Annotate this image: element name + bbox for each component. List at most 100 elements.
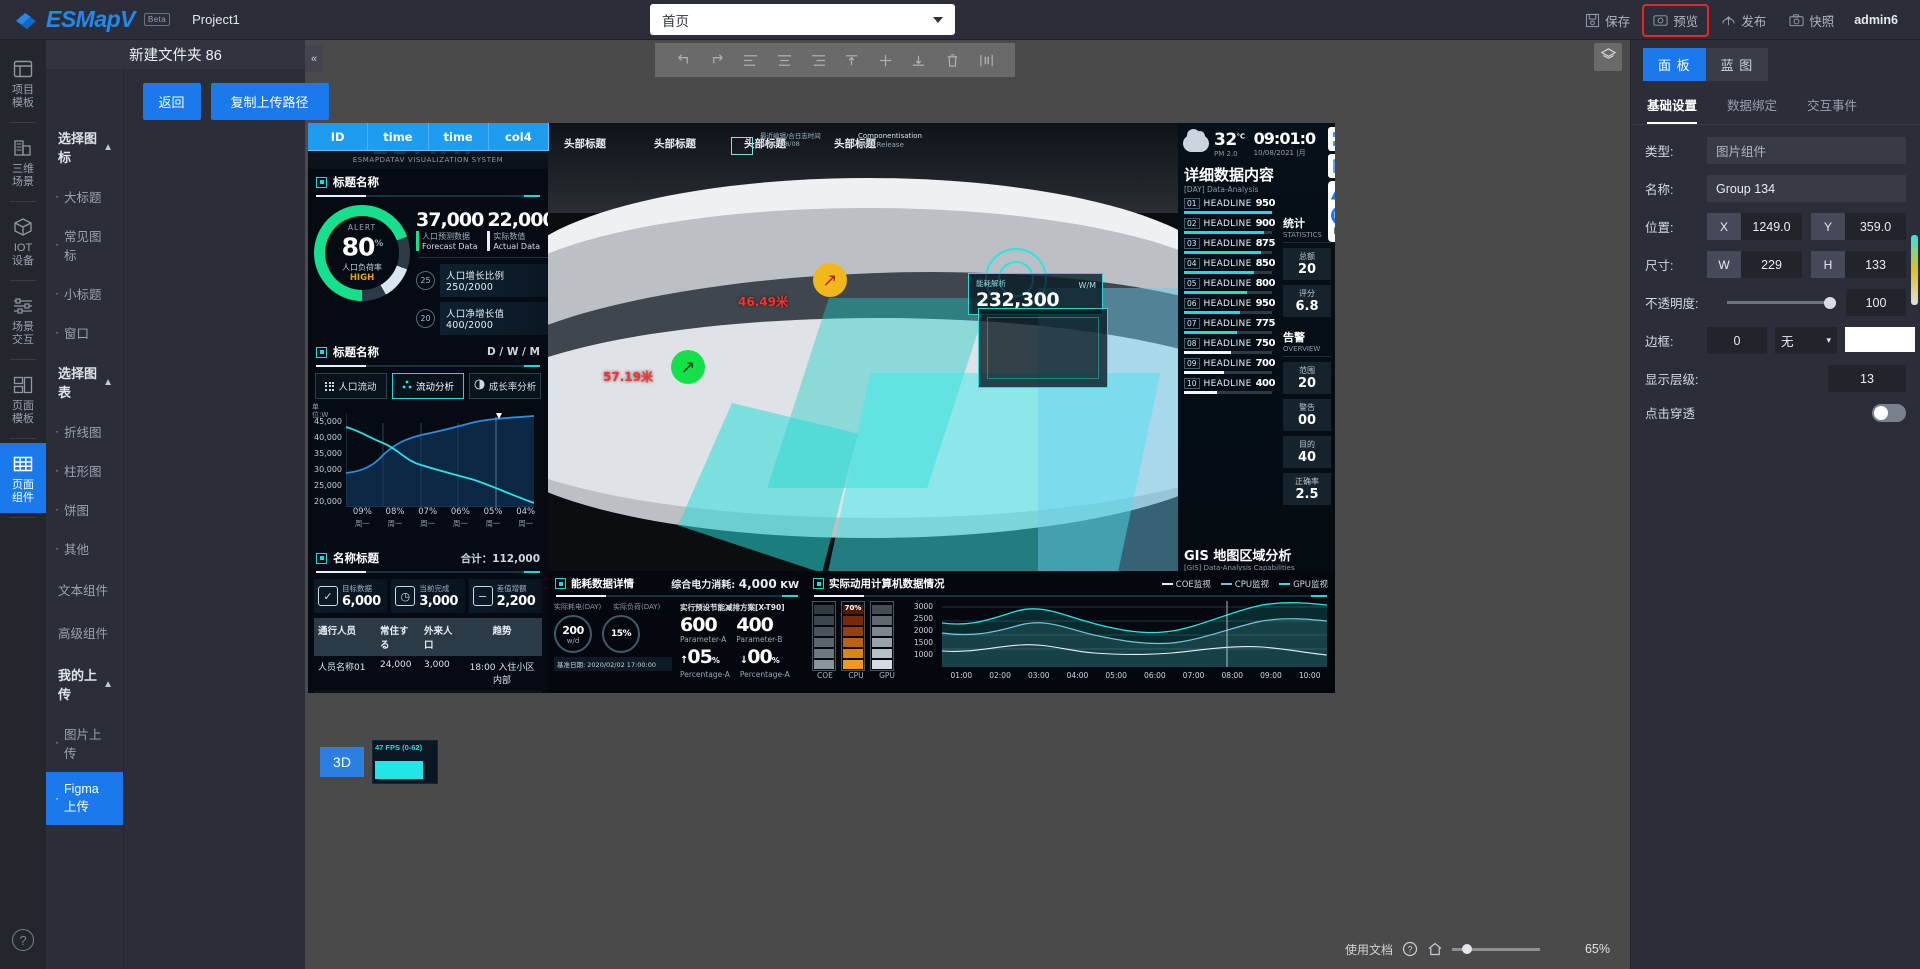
snapshot-button[interactable]: 快照 [1780,6,1843,35]
sidebar-item-figma-upload[interactable]: Figma上传 [46,772,123,825]
position-y[interactable]: Y 359.0 [1811,213,1906,240]
align-center-icon[interactable] [776,52,793,69]
table-row[interactable]: 人员名称01 24,000 3,000 18:00 入住小区内部 [314,656,542,690]
list-item[interactable]: 02HEADLINE900 [1184,218,1272,234]
sidebar-item-bar-chart[interactable]: 柱形图 [46,451,123,490]
border-style-select[interactable]: 无 ▾ [1775,327,1837,354]
align-left-icon[interactable] [742,52,759,69]
tab-blueprint[interactable]: 蓝 图 [1706,48,1769,81]
sidebar-item-advanced-component[interactable]: 高级组件 [46,611,123,654]
align-right-icon[interactable] [810,52,827,69]
opacity-slider-knob[interactable] [1824,297,1836,309]
axis-value[interactable]: 229 [1741,251,1802,278]
copy-upload-path-button[interactable]: 复制上传路径 [211,83,329,120]
user-menu[interactable]: admin6 [1848,13,1908,27]
green-arrow-marker[interactable]: ↗ [671,350,705,384]
list-item[interactable]: 04HEADLINE850 [1184,258,1272,274]
group-my-uploads[interactable]: 我的上传 ▲ [46,654,123,714]
sidebar-item-page-template[interactable]: 页面模板 [0,364,46,434]
help-icon[interactable]: ? [1402,941,1418,957]
sidebar-item-image-upload[interactable]: 图片上传 [46,714,123,772]
group-select-icon[interactable]: 选择图标 ▲ [46,117,123,177]
axis-value[interactable]: 133 [1845,251,1906,278]
canvas-area[interactable]: ESMAP ESMAPDATAV VISUALIZATION SYSTEM 标题… [305,40,1630,969]
sidebar-item-page-component[interactable]: 页面组件 [0,443,46,513]
axis-value[interactable]: 1249.0 [1741,213,1802,240]
opacity-value[interactable]: 100 [1846,289,1906,316]
sidebar-item-3d-scene[interactable]: 三维场景 [0,127,46,197]
sidebar-item-common-icons[interactable]: 常见图标 [46,216,123,274]
color-scrollbar[interactable] [1911,235,1918,305]
page-selector[interactable]: 首页 [650,4,955,35]
help-icon[interactable]: ? [12,929,34,951]
list-item[interactable]: 08HEADLINE750 [1184,338,1272,354]
x-tick: 10:00 [1290,671,1329,680]
publish-button[interactable]: 发布 [1712,6,1775,35]
tab-panel[interactable]: 面 板 [1643,48,1706,81]
size-height[interactable]: H 133 [1811,251,1906,278]
sidebar-item-other-chart[interactable]: 其他 [46,529,123,568]
fullscreen-button[interactable] [1328,127,1335,151]
list-item[interactable]: 06HEADLINE950 [1184,298,1272,314]
amber-arrow-marker[interactable]: ↗ [813,263,847,297]
dashboard-preview[interactable]: ESMAP ESMAPDATAV VISUALIZATION SYSTEM 标题… [308,123,1335,693]
tab-growth-analysis[interactable]: 成长率分析 [469,373,541,399]
b1-label[interactable]: B1 [1328,227,1335,239]
sidebar-item-text-component[interactable]: 文本组件 [46,568,123,611]
position-x[interactable]: X 1249.0 [1707,213,1802,240]
size-width[interactable]: W 229 [1707,251,1802,278]
zoom-slider[interactable] [1452,948,1540,951]
save-button[interactable]: 保存 [1576,6,1639,35]
opacity-slider[interactable] [1727,301,1836,304]
name-input[interactable] [1707,175,1906,202]
f1-button[interactable]: F1 [1331,206,1336,225]
selected-table-header-component[interactable]: ID time time col4 [308,123,548,150]
sidebar-item-scene-interaction[interactable]: 场景交互 [0,285,46,355]
passthrough-toggle[interactable] [1872,404,1906,422]
undo-icon[interactable] [675,52,692,69]
period-toggle[interactable]: D / W / M [487,346,540,358]
zindex-value[interactable]: 13 [1828,365,1906,392]
preview-button[interactable]: 预览 [1644,6,1707,35]
home-icon[interactable] [1427,941,1443,957]
sidebar-item-pie-chart[interactable]: 饼图 [46,490,123,529]
border-color-swatch[interactable] [1845,327,1915,352]
redo-icon[interactable] [709,52,726,69]
sidebar-item-iot-device[interactable]: IOT设备 [0,206,46,276]
table-row[interactable]: 人员名称01 2,000 3,000 18:00 入住小区内部 [314,690,542,693]
delete-icon[interactable] [944,52,961,69]
list-item[interactable]: 03HEADLINE875 [1184,238,1272,254]
app-logo[interactable]: ESMapV Beta [0,6,170,33]
chevron-up-icon[interactable]: ▲▲ [1328,184,1335,204]
sidebar-label: 场景交互 [8,321,38,347]
distribute-icon[interactable] [978,52,995,69]
align-top-icon[interactable] [843,52,860,69]
border-width-input[interactable]: 0 [1707,327,1767,354]
sidebar-item-project-template[interactable]: 项目模板 [0,48,46,118]
list-item[interactable]: 09HEADLINE700 [1184,358,1272,374]
collapse-panel-button[interactable]: « [305,45,323,72]
exit-button[interactable] [1328,154,1335,178]
list-item[interactable]: 10HEADLINE400 [1184,378,1272,394]
align-bottom-icon[interactable] [910,52,927,69]
tab-flow-analysis[interactable]: 流动分析 [392,373,464,399]
list-item[interactable]: 01HEADLINE950 [1184,198,1272,214]
docs-label[interactable]: 使用文档 [1345,941,1393,958]
tab-population-flow[interactable]: 人口流动 [315,373,387,399]
zoom-slider-knob[interactable] [1462,944,1472,954]
axis-value[interactable]: 359.0 [1845,213,1906,240]
3d-toggle-button[interactable]: 3D [320,747,364,777]
back-button[interactable]: 返回 [143,83,201,120]
sidebar-item-line-chart[interactable]: 折线图 [46,412,123,451]
sidebar-item-window[interactable]: 窗口 [46,313,123,352]
list-item[interactable]: 05HEADLINE800 [1184,278,1272,294]
tab-basic-settings[interactable]: 基础设置 [1647,95,1697,124]
align-middle-icon[interactable] [877,52,894,69]
layers-button[interactable] [1594,43,1622,71]
sidebar-item-small-title[interactable]: 小标题 [46,274,123,313]
sidebar-item-big-title[interactable]: 大标题 [46,177,123,216]
list-item[interactable]: 07HEADLINE775 [1184,318,1272,334]
tab-interaction-events[interactable]: 交互事件 [1807,95,1857,124]
group-select-chart[interactable]: 选择图表 ▲ [46,352,123,412]
tab-data-binding[interactable]: 数据绑定 [1727,95,1777,124]
